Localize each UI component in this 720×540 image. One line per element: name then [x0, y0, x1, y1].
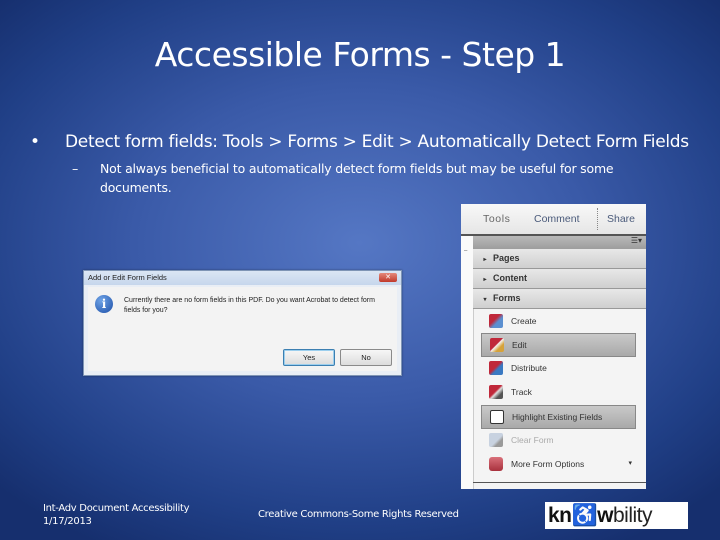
tab-separator	[597, 208, 598, 230]
highlight-fields-icon	[490, 410, 504, 424]
item-label: More Form Options	[511, 459, 585, 469]
knowbility-logo: kn♿wbility	[545, 502, 688, 529]
acrobat-tools-panel: Tools Comment Share – ☰▾ ▸ Pages ▸ Content…	[461, 204, 646, 489]
form-create-icon	[489, 314, 503, 328]
panel-divider	[473, 482, 646, 483]
logo-part-kn: kn	[548, 504, 572, 527]
item-label: Edit	[512, 340, 527, 350]
footer-course-name: Int-Adv Document Accessibility	[43, 503, 190, 514]
gutter-mark: –	[464, 248, 468, 254]
bullet-dot: •	[30, 132, 40, 152]
slide-title: Accessible Forms - Step 1	[154, 35, 566, 74]
close-icon[interactable]: ✕	[379, 273, 397, 282]
collapsed-arrow-icon: ▸	[483, 257, 487, 263]
section-forms[interactable]: ▾ Forms	[473, 289, 646, 309]
section-pages[interactable]: ▸ Pages	[473, 249, 646, 269]
tab-tools[interactable]: Tools	[483, 213, 511, 225]
item-label: Distribute	[511, 363, 547, 373]
panel-options-icon[interactable]: ☰▾	[631, 236, 642, 245]
section-label: Content	[493, 273, 527, 283]
item-label: Highlight Existing Fields	[512, 412, 603, 422]
forms-item-distribute[interactable]: Distribute	[481, 357, 636, 379]
item-label: Create	[511, 316, 537, 326]
footer-course: Int-Adv Document Accessibility 1/17/2013	[43, 502, 190, 528]
sub-bullet-dash: –	[72, 161, 79, 176]
toolbox-icon	[489, 457, 503, 471]
no-button[interactable]: No	[340, 349, 392, 366]
expanded-arrow-icon: ▾	[483, 297, 487, 303]
form-track-icon	[489, 385, 503, 399]
item-label: Clear Form	[511, 435, 554, 445]
forms-item-more-form-options[interactable]: More Form Options ▾	[481, 453, 636, 475]
tab-share[interactable]: Share	[607, 213, 635, 225]
forms-item-track[interactable]: Track	[481, 381, 636, 403]
clear-form-icon	[489, 433, 503, 447]
forms-item-edit[interactable]: Edit	[481, 333, 636, 357]
sub-bullet-text: Not always beneficial to automatically d…	[100, 161, 614, 195]
add-edit-form-fields-dialog: Add or Edit Form Fields ✕ i Currently th…	[83, 270, 402, 376]
dialog-titlebar: Add or Edit Form Fields ✕	[84, 271, 401, 285]
info-icon: i	[95, 295, 113, 313]
dialog-title: Add or Edit Form Fields	[88, 273, 167, 282]
form-edit-icon	[490, 338, 504, 352]
item-label: Track	[511, 387, 532, 397]
dialog-body: i Currently there are no form fields in …	[88, 287, 397, 371]
footer-date: 1/17/2013	[43, 516, 92, 527]
footer-license: Creative Commons-Some Rights Reserved	[258, 509, 459, 520]
form-distribute-icon	[489, 361, 503, 375]
panel-options-bar: ☰▾	[473, 236, 646, 249]
forms-item-create[interactable]: Create	[481, 310, 636, 332]
forms-item-clear-form[interactable]: Clear Form	[481, 429, 636, 451]
section-content[interactable]: ▸ Content	[473, 269, 646, 289]
sub-bullet: – Not always beneficial to automatically…	[72, 159, 662, 197]
yes-button[interactable]: Yes	[283, 349, 335, 366]
chevron-down-icon[interactable]: ▾	[628, 453, 632, 475]
dialog-message: Currently there are no form fields in th…	[124, 297, 375, 314]
main-bullet-text: Detect form fields: Tools > Forms > Edit…	[65, 132, 689, 152]
main-bullet: • Detect form fields: Tools > Forms > Edi…	[30, 132, 689, 152]
forms-item-highlight-existing-fields[interactable]: Highlight Existing Fields	[481, 405, 636, 429]
section-label: Pages	[493, 253, 520, 263]
logo-part-bility: bility	[613, 504, 653, 527]
logo-part-wheelchair-w: ♿w	[571, 504, 614, 527]
tab-comment[interactable]: Comment	[534, 213, 580, 225]
section-label: Forms	[493, 293, 521, 303]
panel-tabs: Tools Comment Share	[461, 204, 646, 236]
collapsed-arrow-icon: ▸	[483, 277, 487, 283]
